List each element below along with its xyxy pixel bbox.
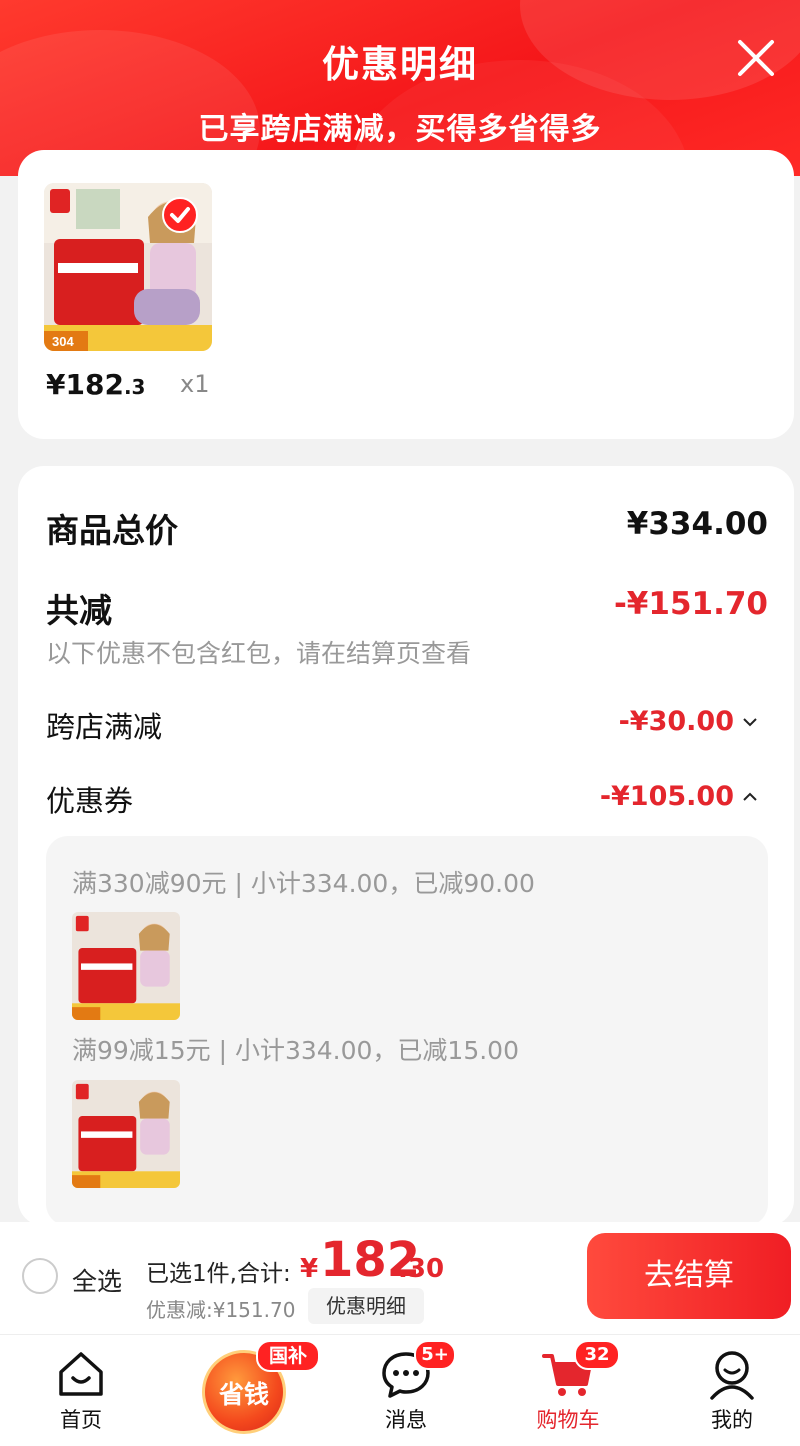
save-money-label: 省钱 <box>218 1380 269 1409</box>
total-value: ¥334.00 <box>626 506 768 542</box>
check-icon <box>170 207 190 223</box>
tab-home[interactable]: 首页 <box>21 1346 141 1434</box>
coupon-product-image[interactable] <box>72 1080 180 1188</box>
tab-me[interactable]: 我的 <box>672 1346 792 1434</box>
cross-store-label: 跨店满减 <box>46 710 163 744</box>
coupon-value: -¥105.00 <box>599 781 734 812</box>
cross-store-row[interactable]: -¥30.00 <box>619 706 760 737</box>
total-amount-decimal: .30 <box>398 1254 445 1284</box>
discount-amount: 优惠减:¥151.70 <box>146 1298 296 1322</box>
discount-detail-button[interactable]: 优惠明细 <box>308 1288 424 1324</box>
cart-badge: 32 <box>574 1340 620 1370</box>
close-button[interactable] <box>732 34 780 82</box>
coupon-row[interactable]: -¥105.00 <box>600 781 760 812</box>
total-currency: ¥ <box>300 1254 319 1284</box>
selected-check[interactable] <box>162 197 198 233</box>
profile-icon <box>710 1351 754 1400</box>
select-all-radio[interactable] <box>22 1258 58 1294</box>
reduce-label: 共减 <box>46 591 112 630</box>
page-subtitle: 已享跨店满减，买得多省得多 <box>198 112 602 147</box>
coupon-line: 满99减15元 | 小计334.00，已减15.00 <box>72 1036 519 1065</box>
tab-me-label: 我的 <box>711 1408 753 1432</box>
messages-badge: 5+ <box>414 1340 456 1370</box>
subsidy-badge: 国补 <box>256 1340 320 1372</box>
svg-text:304: 304 <box>52 334 74 349</box>
product-quantity: x1 <box>180 370 210 398</box>
product-price: ¥182.3 <box>46 368 146 401</box>
total-label: 商品总价 <box>46 511 178 550</box>
discount-note: 以下优惠不包含红包，请在结算页查看 <box>46 639 472 668</box>
home-icon <box>59 1352 103 1396</box>
cross-store-value: -¥30.00 <box>618 706 734 737</box>
page-title: 优惠明细 <box>322 43 478 86</box>
checkout-button[interactable]: 去结算 <box>587 1233 791 1319</box>
coupon-product-image[interactable] <box>72 912 180 1020</box>
tab-cart-label: 购物车 <box>536 1408 600 1432</box>
select-all-label[interactable]: 全选 <box>72 1262 122 1298</box>
selected-summary: 已选1件,合计: <box>146 1261 291 1287</box>
tab-messages-label: 消息 <box>385 1408 427 1432</box>
chevron-down-icon <box>743 717 757 726</box>
coupon-line: 满330减90元 | 小计334.00，已减90.00 <box>72 869 535 898</box>
tab-home-label: 首页 <box>60 1408 102 1432</box>
close-icon <box>738 40 774 76</box>
chevron-up-icon <box>743 792 757 801</box>
coupon-label: 优惠券 <box>46 784 134 818</box>
reduce-value: -¥151.70 <box>613 586 768 622</box>
